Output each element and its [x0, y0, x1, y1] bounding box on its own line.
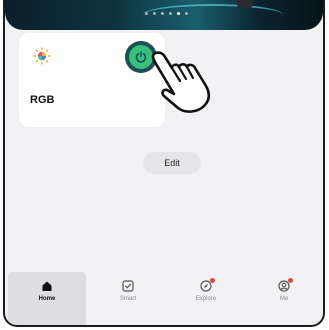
banner-wave-decoration — [143, 4, 283, 26]
bottom-tab-bar: Home Smart Explore Me — [5, 272, 323, 325]
tab-me[interactable]: Me — [245, 272, 323, 325]
tab-home-label: Home — [38, 296, 56, 302]
pointing-hand-icon — [151, 51, 211, 113]
device-name: RGB — [30, 94, 55, 106]
device-card-rgb[interactable]: RGB — [19, 33, 165, 127]
tab-me-label: Me — [279, 296, 289, 302]
top-banner — [5, 0, 323, 30]
rgb-light-icon — [33, 47, 51, 65]
tab-smart[interactable]: Smart — [89, 272, 167, 325]
tab-explore[interactable]: Explore — [167, 272, 245, 325]
edit-button[interactable]: Edit — [143, 152, 201, 174]
tab-smart-label: Smart — [119, 296, 136, 302]
phone-screen: RGB Edit Home Smart Explore Me — [3, 0, 325, 327]
tab-explore-label: Explore — [195, 296, 217, 302]
me-notification-badge — [288, 278, 293, 283]
home-icon — [42, 281, 52, 291]
explore-notification-badge — [210, 278, 215, 283]
smart-checkbox-icon — [122, 280, 134, 292]
power-icon — [135, 51, 147, 63]
tab-home[interactable]: Home — [8, 272, 86, 325]
banner-notch — [237, 0, 253, 8]
